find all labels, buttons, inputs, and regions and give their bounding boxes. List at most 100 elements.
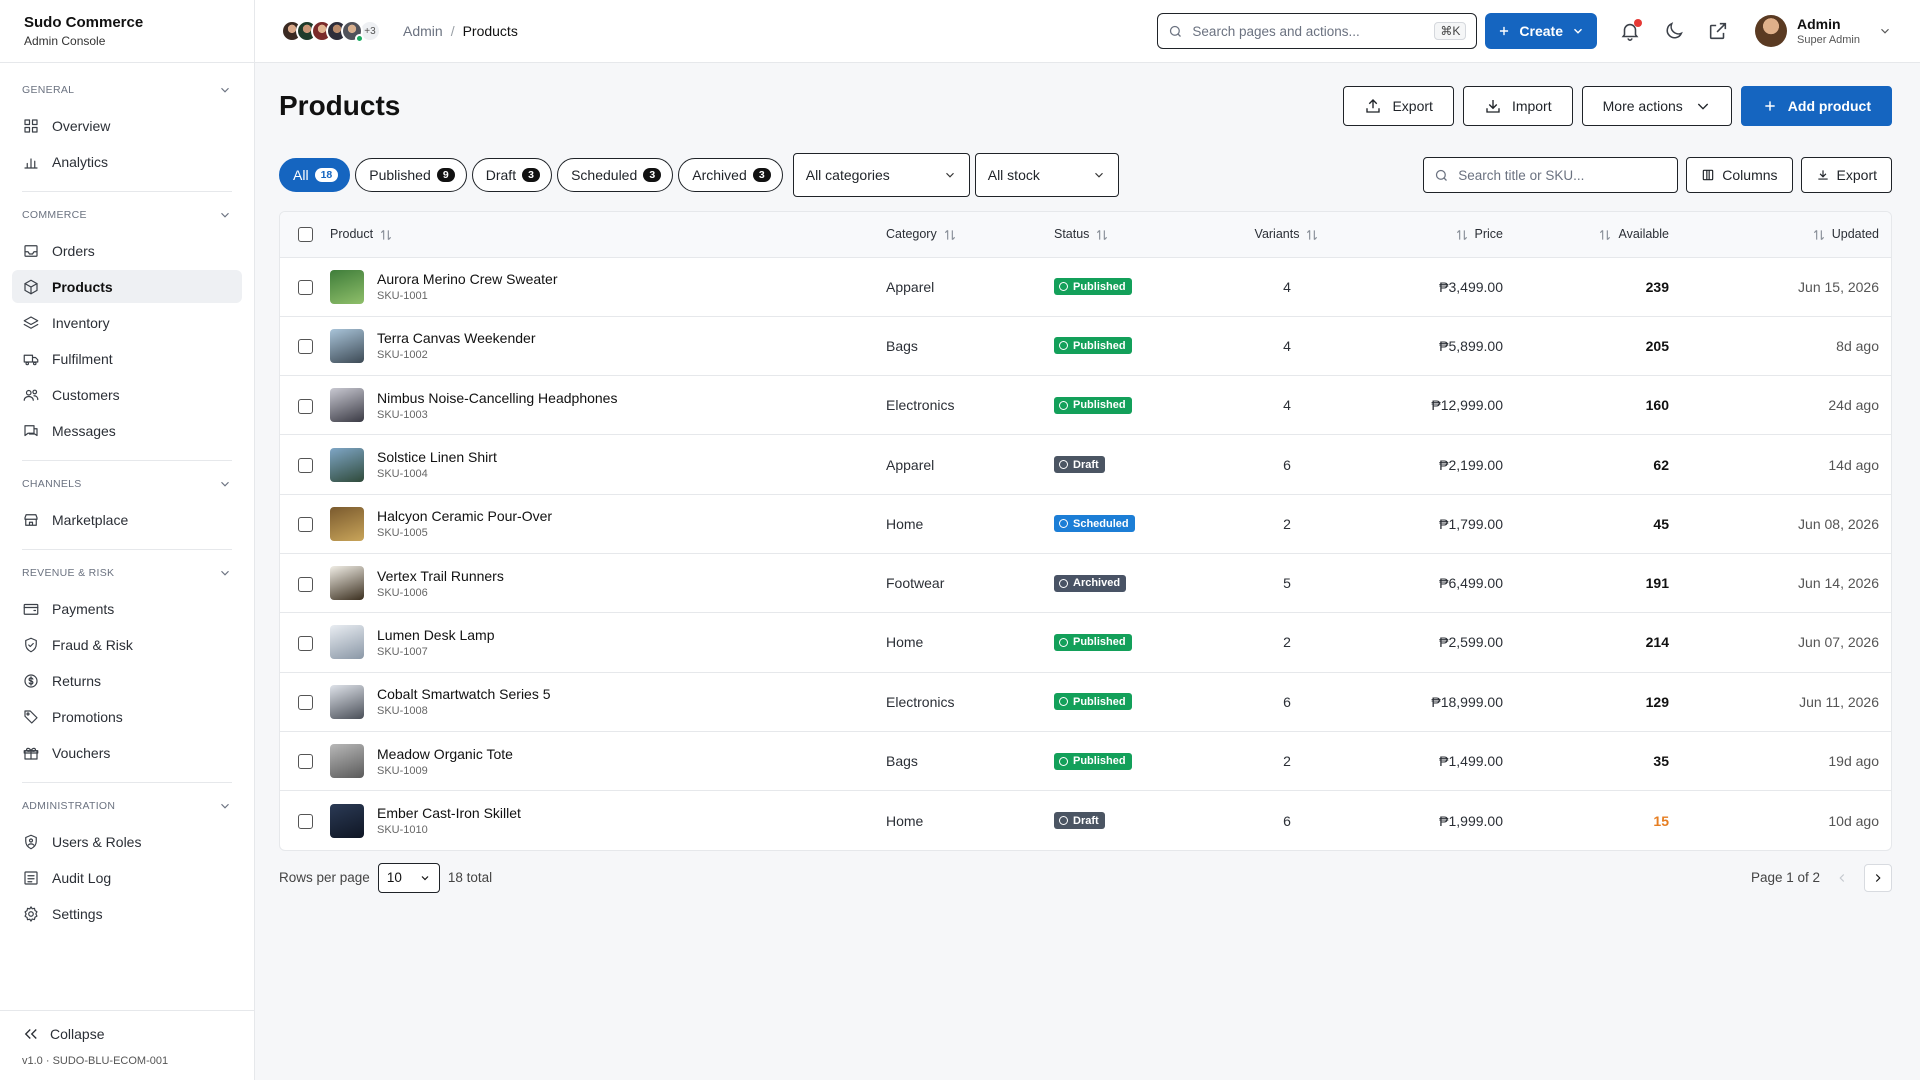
sidebar-item-messages[interactable]: Messages bbox=[12, 414, 242, 447]
sidebar-item-users-roles[interactable]: Users & Roles bbox=[12, 825, 242, 858]
filter-chip-all[interactable]: All 18 bbox=[279, 158, 351, 192]
stock-select[interactable]: All stock bbox=[974, 153, 1119, 197]
product-available: 129 bbox=[1645, 693, 1669, 710]
status-label: Published bbox=[1073, 695, 1126, 708]
product-thumbnail bbox=[330, 625, 364, 660]
user-menu[interactable]: Admin Super Admin bbox=[1755, 15, 1892, 47]
filter-chip-draft[interactable]: Draft 3 bbox=[471, 158, 553, 192]
nav-section-header[interactable]: ADMINISTRATION bbox=[22, 795, 232, 817]
sidebar-item-inventory[interactable]: Inventory bbox=[12, 306, 242, 339]
table-row[interactable]: Terra Canvas Weekender SKU-1002 Bags Pub… bbox=[280, 316, 1891, 377]
columns-button[interactable]: Columns bbox=[1686, 157, 1793, 193]
column-header-product[interactable]: Product bbox=[330, 212, 874, 258]
sidebar-item-payments[interactable]: Payments bbox=[12, 592, 242, 625]
product-name[interactable]: Vertex Trail Runners bbox=[377, 568, 504, 584]
product-available: 15 bbox=[1653, 812, 1669, 829]
nav-section-header[interactable]: CHANNELS bbox=[22, 473, 232, 495]
column-header-price[interactable]: Price bbox=[1347, 212, 1513, 258]
notifications-button[interactable] bbox=[1619, 19, 1643, 42]
select-all-checkbox[interactable] bbox=[297, 226, 313, 242]
sidebar-item-analytics[interactable]: Analytics bbox=[12, 145, 242, 178]
product-name[interactable]: Meadow Organic Tote bbox=[377, 746, 513, 762]
sidebar-item-products[interactable]: Products bbox=[12, 270, 242, 303]
product-name[interactable]: Nimbus Noise-Cancelling Headphones bbox=[377, 390, 617, 406]
row-checkbox[interactable] bbox=[297, 635, 313, 651]
table-row[interactable]: Halcyon Ceramic Pour-Over SKU-1005 Home … bbox=[280, 494, 1891, 554]
sidebar-item-orders[interactable]: Orders bbox=[12, 234, 242, 267]
product-category: Electronics bbox=[874, 375, 1042, 436]
table-row[interactable]: Solstice Linen Shirt SKU-1004 Apparel Dr… bbox=[280, 434, 1891, 495]
row-checkbox[interactable] bbox=[297, 398, 313, 414]
row-checkbox[interactable] bbox=[297, 339, 313, 355]
export-button[interactable]: Export bbox=[1343, 86, 1454, 126]
row-checkbox[interactable] bbox=[297, 754, 313, 770]
rows-per-page-select[interactable]: 10 bbox=[377, 862, 440, 893]
sidebar-item-fraud-risk[interactable]: Fraud & Risk bbox=[12, 628, 242, 661]
row-checkbox[interactable] bbox=[297, 457, 313, 473]
chevron-down-icon bbox=[221, 481, 229, 487]
filter-chip-scheduled[interactable]: Scheduled 3 bbox=[557, 158, 674, 192]
more-actions-button[interactable]: More actions bbox=[1581, 86, 1732, 126]
filter-chip-published[interactable]: Published 9 bbox=[355, 158, 467, 192]
column-header-available[interactable]: Available bbox=[1513, 212, 1679, 258]
sidebar-item-audit-log[interactable]: Audit Log bbox=[12, 861, 242, 894]
nav-section-header[interactable]: GENERAL bbox=[22, 79, 232, 101]
theme-toggle-button[interactable] bbox=[1663, 20, 1685, 42]
sidebar-item-settings[interactable]: Settings bbox=[12, 897, 242, 930]
avatar bbox=[1755, 15, 1788, 47]
row-checkbox[interactable] bbox=[297, 813, 313, 829]
presence-avatars[interactable]: +3 bbox=[281, 20, 381, 43]
sidebar-item-marketplace[interactable]: Marketplace bbox=[12, 503, 242, 536]
status-icon bbox=[1059, 637, 1068, 647]
sidebar-item-customers[interactable]: Customers bbox=[12, 378, 242, 411]
next-page-button[interactable] bbox=[1864, 863, 1892, 892]
table-export-button[interactable]: Export bbox=[1800, 157, 1892, 193]
table-row[interactable]: Cobalt Smartwatch Series 5 SKU-1008 Elec… bbox=[280, 672, 1891, 732]
table-row[interactable]: Vertex Trail Runners SKU-1006 Footwear A… bbox=[280, 553, 1891, 614]
create-button[interactable]: Create bbox=[1485, 13, 1598, 49]
product-name[interactable]: Halcyon Ceramic Pour-Over bbox=[377, 508, 552, 524]
nav-section-title: ADMINISTRATION bbox=[22, 800, 116, 812]
sidebar-item-vouchers[interactable]: Vouchers bbox=[12, 736, 242, 769]
row-checkbox[interactable] bbox=[297, 280, 313, 296]
table-row[interactable]: Meadow Organic Tote SKU-1009 Bags Publis… bbox=[280, 731, 1891, 792]
product-search-input[interactable]: Search title or SKU... bbox=[1423, 157, 1679, 193]
product-name[interactable]: Terra Canvas Weekender bbox=[377, 330, 535, 346]
sidebar-item-label: Fraud & Risk bbox=[52, 636, 133, 653]
product-name[interactable]: Ember Cast-Iron Skillet bbox=[377, 805, 521, 821]
sidebar-item-returns[interactable]: Returns bbox=[12, 664, 242, 697]
product-name[interactable]: Solstice Linen Shirt bbox=[377, 449, 497, 465]
breadcrumb-root[interactable]: Admin bbox=[403, 23, 443, 39]
column-header-variants[interactable]: Variants bbox=[1227, 212, 1347, 258]
collapse-button[interactable]: Collapse bbox=[22, 1025, 232, 1043]
status-icon bbox=[1059, 697, 1068, 707]
import-button[interactable]: Import bbox=[1462, 86, 1573, 126]
category-select[interactable]: All categories bbox=[792, 153, 970, 197]
table-row[interactable]: Ember Cast-Iron Skillet SKU-1010 Home Dr… bbox=[280, 791, 1891, 850]
filter-chip-archived[interactable]: Archived 3 bbox=[678, 158, 783, 192]
open-external-button[interactable] bbox=[1707, 20, 1729, 42]
product-available: 191 bbox=[1645, 575, 1669, 592]
status-badge: Published bbox=[1054, 752, 1132, 770]
row-checkbox[interactable] bbox=[297, 576, 313, 592]
column-header-status[interactable]: Status bbox=[1042, 212, 1227, 258]
table-row[interactable]: Lumen Desk Lamp SKU-1007 Home Published … bbox=[280, 612, 1891, 673]
column-header-category[interactable]: Category bbox=[874, 212, 1042, 258]
table-row[interactable]: Aurora Merino Crew Sweater SKU-1001 Appa… bbox=[280, 257, 1891, 317]
row-checkbox[interactable] bbox=[297, 517, 313, 533]
sidebar-item-fulfilment[interactable]: Fulfilment bbox=[12, 342, 242, 375]
product-name[interactable]: Aurora Merino Crew Sweater bbox=[377, 271, 558, 287]
sidebar-item-overview[interactable]: Overview bbox=[12, 109, 242, 142]
product-name[interactable]: Cobalt Smartwatch Series 5 bbox=[377, 686, 551, 702]
add-product-button[interactable]: Add product bbox=[1740, 86, 1892, 126]
global-search-input[interactable]: Search pages and actions... ⌘K bbox=[1157, 13, 1478, 49]
previous-page-button[interactable] bbox=[1828, 864, 1856, 892]
table-row[interactable]: Nimbus Noise-Cancelling Headphones SKU-1… bbox=[280, 375, 1891, 436]
column-header-updated[interactable]: Updated bbox=[1679, 212, 1891, 258]
product-name[interactable]: Lumen Desk Lamp bbox=[377, 627, 495, 643]
nav-section-header[interactable]: COMMERCE bbox=[22, 204, 232, 226]
status-badge: Published bbox=[1054, 396, 1132, 414]
nav-section-header[interactable]: REVENUE & RISK bbox=[22, 562, 232, 584]
sidebar-item-promotions[interactable]: Promotions bbox=[12, 700, 242, 733]
row-checkbox[interactable] bbox=[297, 695, 313, 711]
